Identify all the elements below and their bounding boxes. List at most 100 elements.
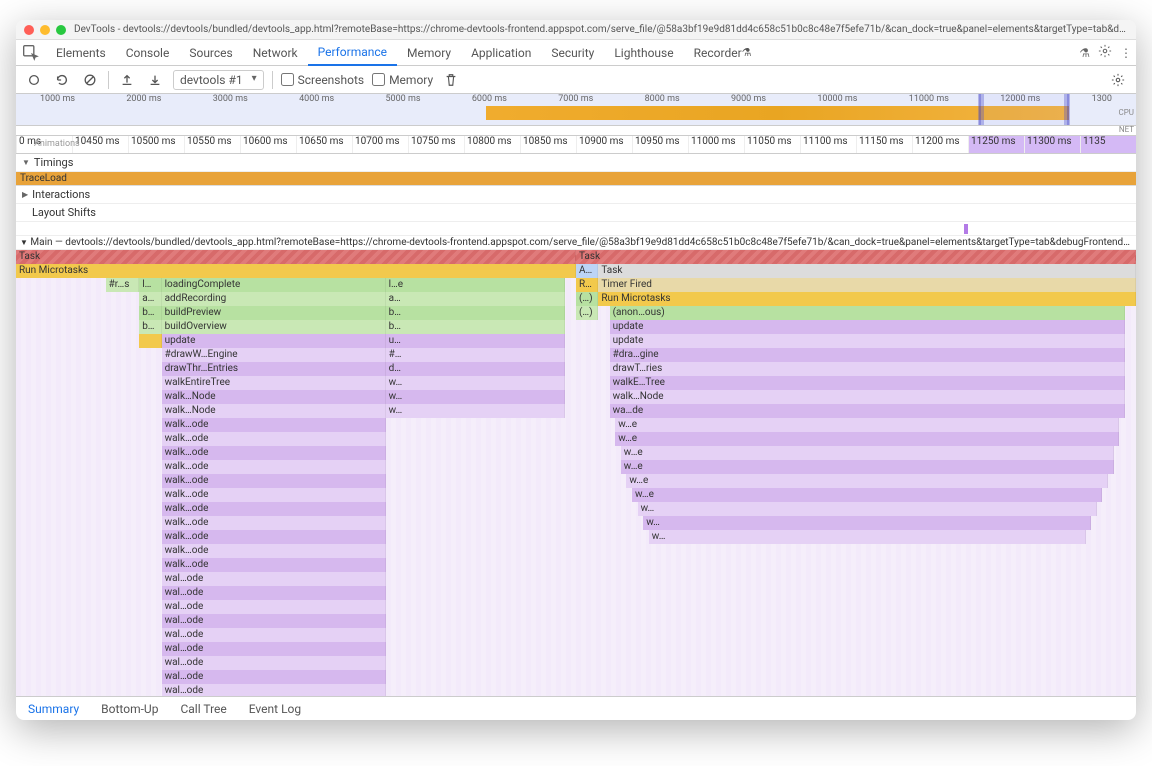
flame-segment[interactable]: wal…ode	[162, 628, 386, 642]
flame-segment[interactable]: walk…Node	[610, 390, 1125, 404]
flame-segment[interactable]: Task	[598, 264, 1136, 278]
screenshots-checkbox[interactable]: Screenshots	[281, 73, 364, 87]
flame-segment[interactable]: wal…ode	[162, 670, 386, 684]
flame-segment[interactable]: walk…ode	[162, 530, 386, 544]
flame-segment[interactable]: drawT…ries	[610, 362, 1125, 376]
minimize-icon[interactable]	[40, 25, 50, 35]
flame-segment[interactable]: walkE…Tree	[610, 376, 1125, 390]
flame-segment[interactable]: w…e	[621, 446, 1114, 460]
flame-segment[interactable]: w…	[649, 530, 1086, 544]
layout-shifts-header[interactable]: Layout Shifts	[16, 204, 1136, 222]
upload-button[interactable]	[117, 70, 137, 90]
memory-checkbox[interactable]: Memory	[372, 73, 433, 87]
flame-segment[interactable]: b…	[386, 320, 565, 334]
flame-segment[interactable]: l…	[139, 278, 161, 292]
flame-segment[interactable]: w…	[386, 404, 565, 418]
flame-segment[interactable]: Run Microtasks	[598, 292, 1136, 306]
flame-segment[interactable]: a…	[139, 292, 161, 306]
flame-segment[interactable]: b…	[386, 306, 565, 320]
flask-icon[interactable]: ⚗	[1079, 46, 1090, 60]
flame-segment[interactable]: wal…ode	[162, 656, 386, 670]
flame-segment[interactable]: d…	[386, 362, 565, 376]
flame-segment[interactable]: Run Microtasks	[16, 264, 576, 278]
flame-segment[interactable]: wal…ode	[162, 642, 386, 656]
flame-segment[interactable]: w…e	[626, 474, 1108, 488]
close-icon[interactable]	[24, 25, 34, 35]
flame-segment[interactable]: wal…ode	[162, 586, 386, 600]
flame-segment[interactable]: #…	[386, 348, 565, 362]
flame-segment[interactable]: addRecording	[162, 292, 386, 306]
flame-chart[interactable]: TaskRun Microtasks#r…sl…loadingCompletel…	[16, 250, 1136, 696]
flame-segment[interactable]: walk…ode	[162, 558, 386, 572]
flame-segment[interactable]: walk…ode	[162, 432, 386, 446]
record-button[interactable]	[24, 70, 44, 90]
main-thread-header[interactable]: ▼ Main — devtools://devtools/bundled/dev…	[16, 236, 1136, 250]
flame-segment[interactable]: w…	[638, 502, 1097, 516]
recording-selector[interactable]: devtools #1	[173, 70, 264, 90]
perf-settings-gear-icon[interactable]	[1108, 70, 1128, 90]
flame-segment[interactable]: update	[610, 334, 1125, 348]
flame-segment[interactable]: walk…ode	[162, 516, 386, 530]
panel-tab-memory[interactable]: Memory	[397, 40, 461, 66]
flame-segment[interactable]: b…	[139, 320, 161, 334]
flame-segment[interactable]	[139, 334, 161, 348]
overview-minimap[interactable]: 1000 ms2000 ms3000 ms4000 ms5000 ms6000 …	[16, 94, 1136, 126]
flame-segment[interactable]: buildPreview	[162, 306, 386, 320]
time-ruler[interactable]: Animations 0 ms10450 ms10500 ms10550 ms1…	[16, 136, 1136, 154]
flame-segment[interactable]: buildOverview	[162, 320, 386, 334]
panel-tab-network[interactable]: Network	[243, 40, 308, 66]
flame-segment[interactable]: a…	[386, 292, 565, 306]
flame-segment[interactable]: (anon…ous)	[610, 306, 1125, 320]
maximize-icon[interactable]	[56, 25, 66, 35]
flame-segment[interactable]: wal…ode	[162, 684, 386, 696]
more-vert-icon[interactable]: ⋮	[1120, 46, 1130, 60]
flame-segment[interactable]: w…	[386, 390, 565, 404]
flame-segment[interactable]: wal…ode	[162, 572, 386, 586]
flame-segment[interactable]: update	[610, 320, 1125, 334]
clear-button[interactable]	[80, 70, 100, 90]
inspect-element-icon[interactable]	[22, 44, 40, 62]
panel-tab-sources[interactable]: Sources	[179, 40, 242, 66]
details-tab-summary[interactable]: Summary	[24, 700, 83, 718]
flame-segment[interactable]: wal…ode	[162, 614, 386, 628]
layout-shifts-track[interactable]	[16, 222, 1136, 236]
flame-segment[interactable]: (…)	[576, 306, 598, 320]
flame-segment[interactable]: u…	[386, 334, 565, 348]
panel-tab-application[interactable]: Application	[461, 40, 541, 66]
flame-segment[interactable]: update	[162, 334, 386, 348]
flame-segment[interactable]: drawThr…Entries	[162, 362, 386, 376]
panel-tab-elements[interactable]: Elements	[46, 40, 116, 66]
flame-segment[interactable]: walk…ode	[162, 544, 386, 558]
flame-segment[interactable]: walk…ode	[162, 474, 386, 488]
panel-tab-recorder[interactable]: Recorder ⚗	[684, 40, 762, 66]
flame-segment[interactable]: walk…Node	[162, 390, 386, 404]
reload-button[interactable]	[52, 70, 72, 90]
details-tab-event-log[interactable]: Event Log	[245, 700, 305, 718]
panel-tab-performance[interactable]: Performance	[308, 40, 397, 66]
flame-segment[interactable]: R…	[576, 278, 598, 292]
flame-segment[interactable]: walk…ode	[162, 502, 386, 516]
flame-segment[interactable]: wal…ode	[162, 600, 386, 614]
flame-segment[interactable]: walk…ode	[162, 446, 386, 460]
overview-selection[interactable]	[979, 94, 1069, 125]
flame-segment[interactable]: w…	[643, 516, 1091, 530]
flame-segment[interactable]: w…e	[632, 488, 1102, 502]
flame-segment[interactable]: A…	[576, 264, 598, 278]
interactions-track-header[interactable]: ▶Interactions	[16, 186, 1136, 204]
flame-segment[interactable]: loadingComplete	[162, 278, 386, 292]
flame-segment[interactable]: walk…ode	[162, 488, 386, 502]
flame-segment[interactable]: w…e	[621, 460, 1114, 474]
flame-segment[interactable]: walk…ode	[162, 418, 386, 432]
selection-right-handle[interactable]	[1064, 94, 1070, 125]
trash-button[interactable]	[441, 70, 461, 90]
flame-segment[interactable]: #drawW…Engine	[162, 348, 386, 362]
flame-segment[interactable]: l…e	[386, 278, 565, 292]
flame-segment[interactable]: wa…de	[610, 404, 1125, 418]
selection-left-handle[interactable]	[978, 94, 984, 125]
download-button[interactable]	[145, 70, 165, 90]
flame-segment[interactable]: Timer Fired	[598, 278, 1136, 292]
traceload-bar[interactable]: TraceLoad	[16, 172, 1136, 186]
panel-tab-lighthouse[interactable]: Lighthouse	[604, 40, 683, 66]
layout-shift-mark[interactable]	[964, 224, 968, 234]
flame-segment[interactable]: walk…Node	[162, 404, 386, 418]
